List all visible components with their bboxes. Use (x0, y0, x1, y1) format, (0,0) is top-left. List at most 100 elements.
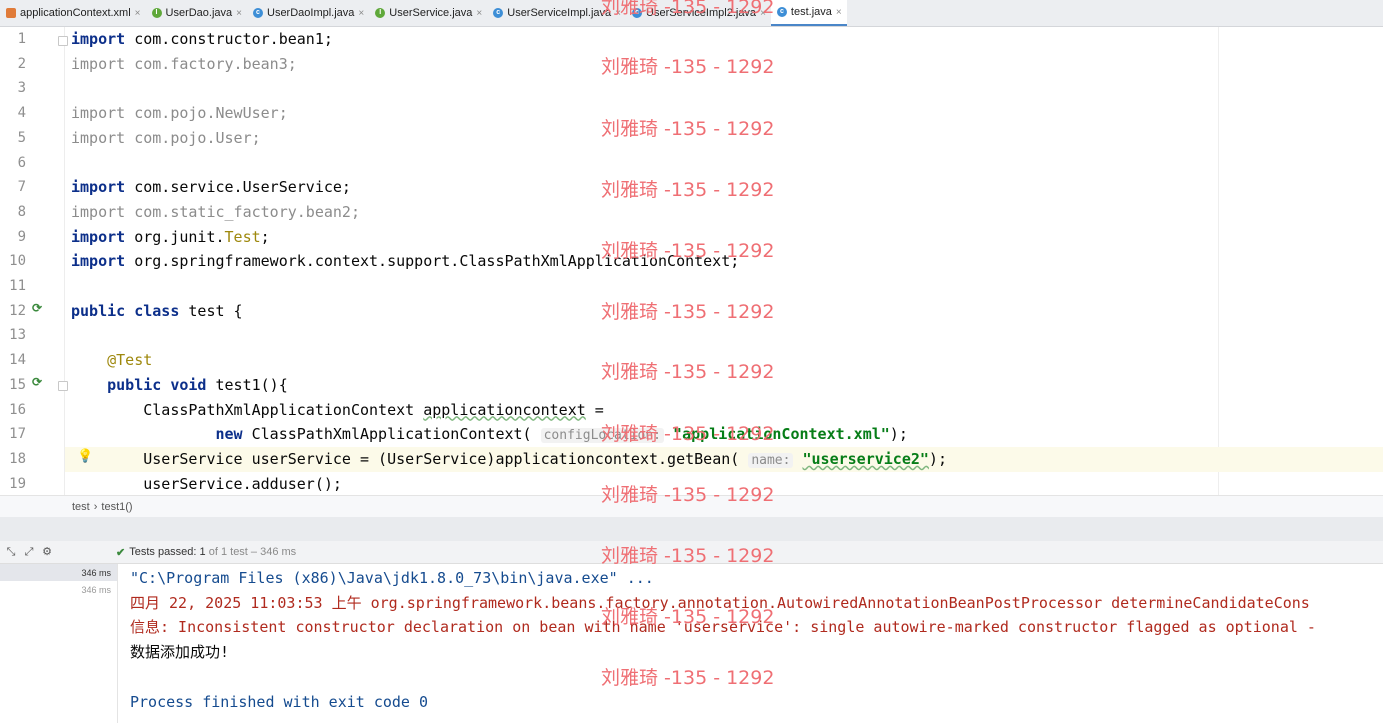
tab-label: UserServiceImpl.java (507, 7, 612, 19)
lightbulb-icon[interactable]: 💡 (77, 448, 93, 464)
import-path: com.service.UserService; (125, 178, 351, 197)
breadcrumb-separator: › (93, 501, 98, 513)
import-path: com.constructor.bean1; (125, 30, 333, 48)
variable-name: applicationcontext (423, 400, 586, 419)
class-name: test { (179, 301, 243, 320)
public-keyword: public (107, 375, 162, 394)
code-line-19[interactable]: userService.adduser(); (71, 472, 342, 495)
import-path: org.junit. (125, 227, 225, 246)
right-margin-guide (1218, 27, 1219, 495)
code-line-7[interactable]: import com.service.UserService; (71, 175, 351, 200)
code-line-17[interactable]: new ClassPathXmlApplicationContext( conf… (71, 422, 908, 447)
fold-marker-icon[interactable] (58, 381, 68, 391)
close-icon[interactable]: × (476, 8, 482, 19)
close-icon[interactable]: × (358, 8, 364, 19)
line-number: 18 (9, 450, 26, 467)
code-line-15[interactable]: public void test1(){ (71, 373, 288, 398)
code-line-14[interactable]: @Test (71, 348, 152, 373)
public-keyword: public (71, 301, 126, 320)
import-keyword: import (71, 54, 126, 73)
line-number: 8 (17, 203, 26, 220)
console-output[interactable]: "C:\Program Files (x86)\Java\jdk1.8.0_73… (118, 564, 1383, 723)
line-number: 17 (9, 426, 26, 443)
line-number: 7 (17, 179, 26, 196)
close-icon[interactable]: × (615, 8, 621, 19)
close-icon[interactable]: × (760, 8, 766, 19)
line-number: 9 (17, 228, 26, 245)
new-keyword: new (215, 425, 243, 444)
code-line-1[interactable]: import com.constructor.bean1; (71, 27, 333, 52)
string-literal: "userservice2" (802, 449, 929, 468)
code-line-9[interactable]: import org.junit.Test; (71, 225, 270, 250)
line-number-gutter: 1 2 3 4 5 6 7 8 9 10 11 12 13 14 15 16 17 18 19 (0, 27, 65, 495)
call-close: ); (928, 449, 947, 468)
tab-label: UserServiceImpl2.java (646, 7, 757, 19)
line-number: 15 (9, 376, 26, 393)
breadcrumb-item-method[interactable]: test1() (101, 501, 132, 513)
editor-tab-bar: applicationContext.xml × I UserDao.java × c Us… (0, 0, 1383, 27)
constructor-call: ClassPathXmlApplicationContext( (242, 425, 541, 444)
semicolon: ; (260, 227, 270, 246)
code-line-10[interactable]: import org.springframework.context.suppo… (71, 249, 739, 274)
class-icon: c (493, 8, 504, 18)
annotation-type: Test (224, 227, 261, 246)
parameter-hint: configLocation: (540, 428, 665, 444)
import-keyword: import (71, 252, 126, 271)
line-number: 16 (9, 401, 26, 418)
tab-userserviceimpl2-java[interactable]: c UserServiceImpl2.java × (626, 0, 771, 26)
test-annotation: @Test (107, 351, 153, 370)
tests-passed-label: Tests passed: (129, 546, 197, 558)
tab-test-java[interactable]: c test.java × (770, 0, 847, 26)
tab-label: UserDao.java (165, 7, 233, 19)
check-icon: ✔ (116, 546, 126, 559)
getbean-call: UserService userService = (UserService)a… (143, 449, 749, 468)
code-line-5[interactable]: import com.pojo.User; (71, 126, 261, 151)
line-number: 2 (17, 55, 26, 72)
import-keyword: import (71, 104, 126, 123)
expand-all-icon[interactable]: ⤢ (22, 545, 36, 559)
tab-userdao-java[interactable]: I UserDao.java × (146, 0, 247, 26)
code-line-12[interactable]: public class test { (71, 299, 243, 324)
line-number: 5 (17, 129, 26, 146)
code-editor[interactable]: 1 2 3 4 5 6 7 8 9 10 11 12 13 14 15 16 17 18 19 import com… (0, 27, 1383, 495)
tab-userdaoimpl-java[interactable]: c UserDaoImpl.java × (247, 0, 369, 26)
close-icon[interactable]: × (135, 8, 141, 19)
code-line-4[interactable]: import com.pojo.NewUser; (71, 101, 288, 126)
fold-marker-icon[interactable] (58, 36, 68, 46)
run-class-icon[interactable]: ⟳ (32, 301, 42, 315)
import-path: com.pojo.User; (125, 128, 261, 147)
tab-userservice-java[interactable]: I UserService.java × (369, 0, 487, 26)
code-line-18-current[interactable]: UserService userService = (UserService)a… (65, 446, 1383, 472)
import-path: org.springframework.context.support.Clas… (125, 252, 740, 271)
line-number: 3 (17, 80, 26, 97)
void-keyword: void (170, 375, 207, 394)
parameter-hint: name: (748, 452, 794, 468)
gear-icon[interactable]: ⚙ (40, 545, 54, 559)
close-icon[interactable]: × (836, 7, 842, 18)
string-literal: "applicationContext.xml" (673, 425, 890, 444)
code-line-16[interactable]: ClassPathXmlApplicationContext applicati… (71, 398, 604, 423)
method-name: test1(){ (206, 375, 288, 394)
tab-label: UserDaoImpl.java (267, 7, 355, 19)
console-line: Process finished with exit code 0 (130, 692, 429, 711)
tab-label: UserService.java (389, 7, 473, 19)
console-line: 信息: Inconsistent constructor declaration… (130, 618, 1316, 637)
run-test-icon[interactable]: ⟳ (32, 375, 42, 389)
line-number: 1 (17, 31, 26, 47)
code-line-2[interactable]: import com.factory.bean3; (71, 52, 297, 77)
close-icon[interactable]: × (236, 8, 242, 19)
panel-divider[interactable] (0, 517, 1383, 541)
import-path: com.pojo.NewUser; (125, 104, 288, 123)
tab-userserviceimpl-java[interactable]: c UserServiceImpl.java × (487, 0, 626, 26)
tab-applicationcontext-xml[interactable]: applicationContext.xml × (0, 0, 146, 26)
breadcrumb-item-class[interactable]: test (72, 501, 90, 513)
collapse-all-icon[interactable]: ⤡ (4, 545, 18, 559)
test-tree-panel[interactable]: 346 ms 346 ms (0, 564, 118, 723)
code-line-8[interactable]: import com.static_factory.bean2; (71, 200, 360, 225)
test-duration-secondary: 346 ms (81, 585, 111, 595)
tests-passed-detail: of 1 test – 346 ms (208, 546, 297, 558)
import-path: com.factory.bean3; (125, 54, 297, 73)
line-number: 14 (9, 352, 26, 369)
assign-operator: = (585, 400, 604, 419)
line-number: 4 (17, 105, 26, 122)
